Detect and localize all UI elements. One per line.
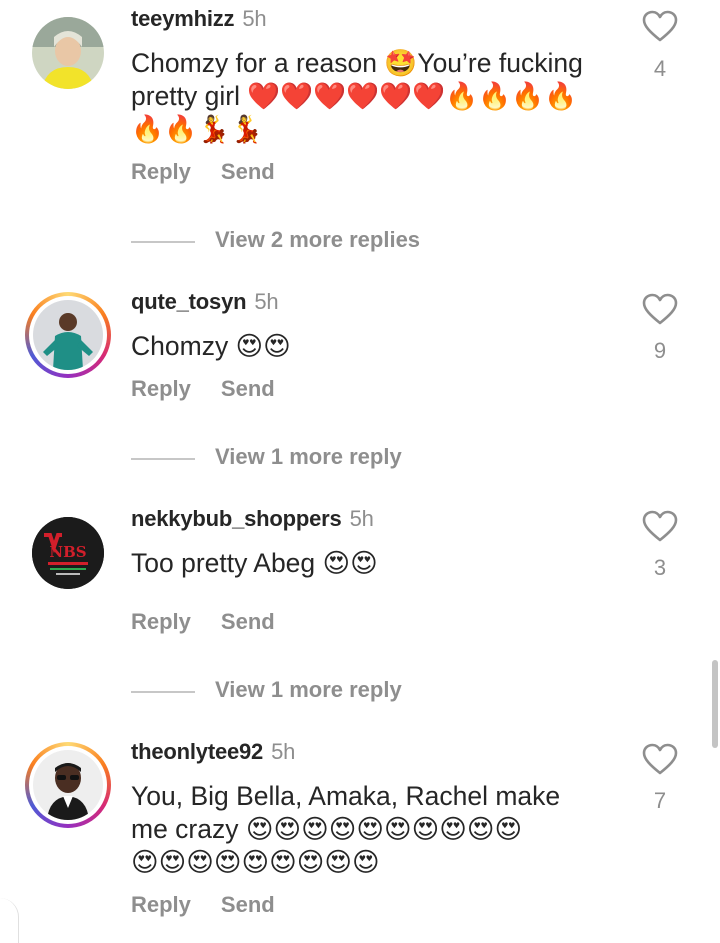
avatar-photo <box>32 17 104 89</box>
heart-outline-icon[interactable] <box>642 510 678 542</box>
comment-text-line: Chomzy for a reason 🤩You’re fucking <box>131 48 583 78</box>
username-text[interactable]: qute_tosyn <box>131 289 247 314</box>
username-text[interactable]: theonlytee92 <box>131 739 263 764</box>
avatar[interactable] <box>32 17 104 89</box>
comment-username[interactable]: theonlytee92 5h <box>131 739 295 765</box>
divider-line <box>131 241 195 243</box>
comment-time: 5h <box>254 289 279 314</box>
comment-username[interactable]: nekkybub_shoppers 5h <box>131 506 374 532</box>
reply-button[interactable]: Reply <box>131 609 191 635</box>
comment-actions: Reply Send <box>131 609 275 635</box>
reply-button[interactable]: Reply <box>131 376 191 402</box>
avatar[interactable]: NBS <box>32 517 104 589</box>
send-button[interactable]: Send <box>221 376 275 402</box>
comment-text-line: 🔥🔥💃💃 <box>131 114 263 144</box>
view-more-replies[interactable]: View 1 more reply <box>131 677 451 707</box>
like-count: 7 <box>653 788 667 813</box>
divider-line <box>131 691 195 693</box>
heart-outline-icon[interactable] <box>642 10 678 42</box>
view-more-label[interactable]: View 1 more reply <box>215 677 402 703</box>
comment-text-line: Too pretty Abeg 😍😍 <box>131 548 378 578</box>
avatar-photo <box>33 750 103 820</box>
comment-text-line: 😍😍😍😍😍😍😍😍😍 <box>131 847 380 877</box>
send-button[interactable]: Send <box>221 609 275 635</box>
heart-outline-icon[interactable] <box>642 743 678 775</box>
username-text[interactable]: teeymhizz <box>131 6 235 31</box>
like-count: 4 <box>653 56 667 81</box>
view-more-label[interactable]: View 1 more reply <box>215 444 402 470</box>
comment-actions: Reply Send <box>131 159 275 185</box>
heart-outline-icon[interactable] <box>642 293 678 325</box>
comment-text-line: me crazy 😍😍😍😍😍😍😍😍😍😍 <box>131 814 523 844</box>
comment-actions: Reply Send <box>131 892 275 918</box>
username-text[interactable]: nekkybub_shoppers <box>131 506 342 531</box>
avatar[interactable] <box>25 292 111 378</box>
view-more-label[interactable]: View 2 more replies <box>215 227 420 253</box>
scrollbar-thumb[interactable] <box>712 660 718 748</box>
send-button[interactable]: Send <box>221 159 275 185</box>
reply-button[interactable]: Reply <box>131 159 191 185</box>
comment-text-line: You, Big Bella, Amaka, Rachel make <box>131 781 561 811</box>
comment-text: You, Big Bella, Amaka, Rachel make me cr… <box>131 780 621 879</box>
comment-time: 5h <box>349 506 374 531</box>
avatar[interactable] <box>25 742 111 828</box>
comment-username[interactable]: qute_tosyn 5h <box>131 289 279 315</box>
like-count: 3 <box>653 555 667 580</box>
comment-text: Too pretty Abeg 😍😍 <box>131 547 621 580</box>
avatar-photo <box>33 300 103 370</box>
comment-text-line: pretty girl ❤️❤️❤️❤️❤️❤️🔥🔥🔥🔥 <box>131 81 578 111</box>
comment-text-line: Chomzy 😍😍 <box>131 331 291 361</box>
comment-time: 5h <box>271 739 296 764</box>
reply-button[interactable]: Reply <box>131 892 191 918</box>
like-count: 9 <box>653 338 667 363</box>
avatar-photo: NBS <box>32 517 104 589</box>
sheet-corner <box>0 898 19 943</box>
send-button[interactable]: Send <box>221 892 275 918</box>
view-more-replies[interactable]: View 2 more replies <box>131 227 451 257</box>
view-more-replies[interactable]: View 1 more reply <box>131 444 451 474</box>
comment-text: Chomzy 😍😍 <box>131 330 621 363</box>
comment-text: Chomzy for a reason 🤩You’re fucking pret… <box>131 47 621 146</box>
divider-line <box>131 458 195 460</box>
comment-username[interactable]: teeymhizz 5h <box>131 6 267 32</box>
avatar-logo-text: NBS <box>49 543 86 561</box>
comment-actions: Reply Send <box>131 376 275 402</box>
comment-time: 5h <box>242 6 267 31</box>
